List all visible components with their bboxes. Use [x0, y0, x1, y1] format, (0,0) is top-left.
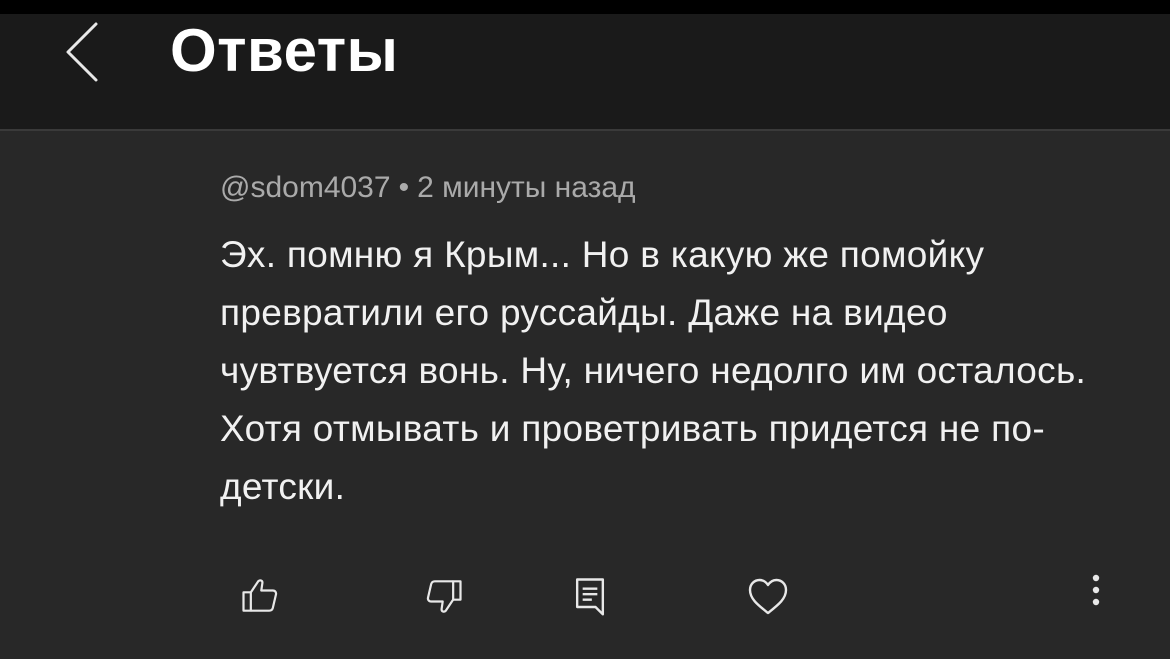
- comment-actions: [0, 568, 1170, 628]
- status-bar-strip: [0, 0, 1170, 14]
- more-options-button[interactable]: [1068, 568, 1124, 624]
- comment-author[interactable]: @sdom4037: [220, 171, 391, 204]
- page-title: Ответы: [170, 17, 399, 84]
- heart-icon: [748, 578, 788, 615]
- header-bar: Ответы: [0, 14, 1170, 131]
- reply-button[interactable]: [562, 568, 618, 624]
- chevron-left-icon: [66, 22, 98, 82]
- like-button[interactable]: [232, 568, 288, 624]
- thumb-down-icon: [426, 580, 462, 613]
- dislike-button[interactable]: [416, 568, 472, 624]
- comment-item: @sdom4037 • 2 минуты назад Эх. помню я Кры…: [220, 160, 1130, 516]
- thumb-up-icon: [242, 579, 278, 612]
- comment-meta: @sdom4037 • 2 минуты назад: [220, 160, 1130, 216]
- meta-separator: •: [398, 171, 410, 204]
- more-vertical-icon: [1092, 574, 1100, 606]
- comment-text: Эх. помню я Крым... Но в какую же помойк…: [220, 234, 1087, 507]
- comment-time[interactable]: 2 минуты назад: [417, 171, 635, 204]
- reply-icon: [575, 578, 605, 616]
- back-button[interactable]: [52, 16, 116, 88]
- heart-button[interactable]: [740, 568, 796, 624]
